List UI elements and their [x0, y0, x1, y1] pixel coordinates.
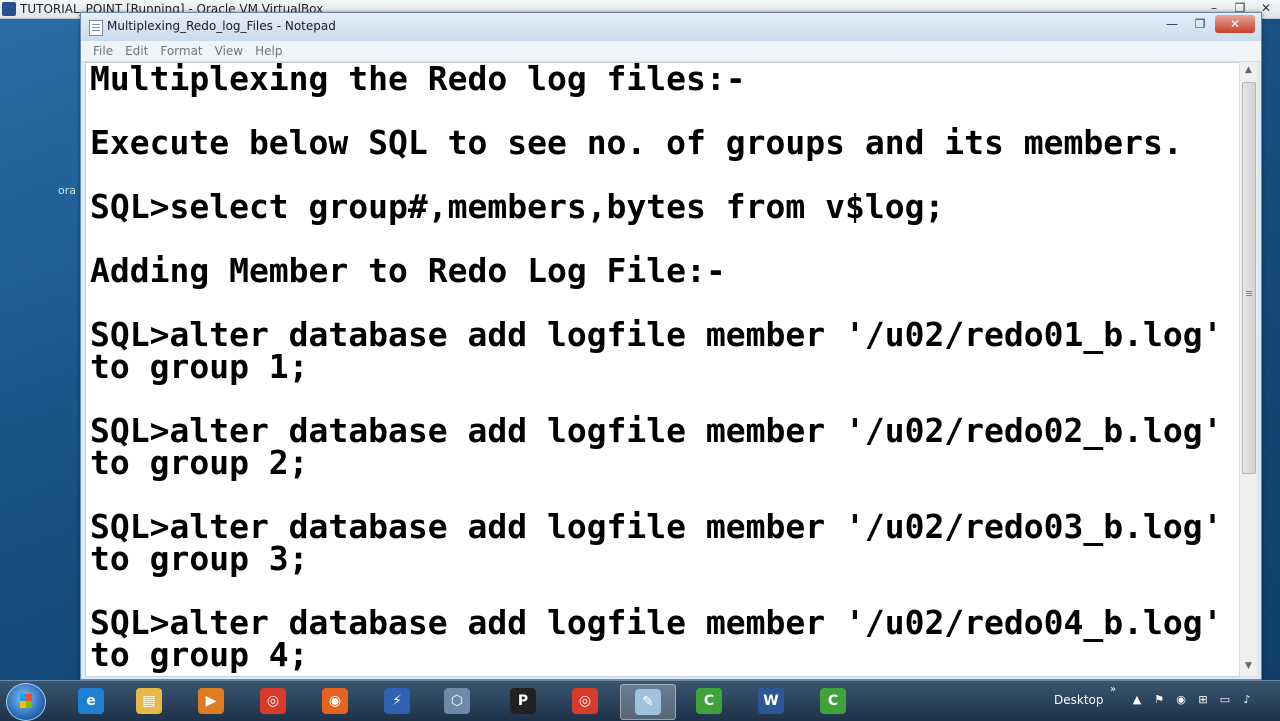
system-tray: Desktop » ▲ ⚑ ◉ ⊞ ▭ ♪ — [1040, 681, 1280, 721]
menu-file[interactable]: File — [87, 44, 119, 58]
desktop-partial-label: ora — [58, 184, 76, 197]
action-center-icon[interactable]: ⚑ — [1152, 693, 1166, 707]
camtasia-icon: C — [696, 688, 722, 714]
scroll-up-arrow-icon[interactable]: ▲ — [1240, 62, 1257, 79]
taskbar-item-chrome[interactable]: ◎ — [246, 684, 300, 718]
taskbar-item-network-tool[interactable]: ⚡ — [370, 684, 424, 718]
windows-logo-icon — [20, 694, 32, 708]
media-player-icon: ▶ — [198, 688, 224, 714]
virtualbox-icon: ⬡ — [444, 688, 470, 714]
volume-icon[interactable]: ♪ — [1240, 693, 1254, 707]
menu-bar: File Edit Format View Help — [81, 41, 1261, 62]
camtasia-icon-2: C — [820, 688, 846, 714]
window-title: Multiplexing_Redo_log_Files - Notepad — [107, 19, 336, 33]
show-hidden-icons-icon[interactable]: ▲ — [1130, 693, 1144, 707]
notepad-app-icon — [89, 20, 103, 36]
desktop-toolbar-label[interactable]: Desktop — [1054, 693, 1104, 707]
firefox-icon: ◉ — [322, 688, 348, 714]
taskbar-item-notepad[interactable]: ✎ — [620, 684, 676, 720]
document-text[interactable]: Multiplexing the Redo log files:- Execut… — [86, 63, 1239, 671]
taskbar-item-putty[interactable]: P — [496, 684, 550, 718]
taskbar-item-chrome-2[interactable]: ◎ — [558, 684, 612, 718]
virtualbox-app-icon — [2, 2, 16, 16]
scroll-down-arrow-icon[interactable]: ▼ — [1240, 658, 1257, 675]
internet-explorer-icon: e — [78, 688, 104, 714]
taskbar-item-virtualbox[interactable]: ⬡ — [430, 684, 484, 718]
maximize-button[interactable]: ❐ — [1187, 15, 1213, 33]
menu-view[interactable]: View — [209, 44, 249, 58]
network-icon[interactable]: ⊞ — [1196, 693, 1210, 707]
tray-icons: ▲ ⚑ ◉ ⊞ ▭ ♪ — [1130, 693, 1254, 707]
notepad-icon: ✎ — [635, 689, 661, 715]
putty-icon: P — [510, 688, 536, 714]
taskbar-item-file-explorer[interactable]: ▤ — [122, 684, 176, 718]
display-icon[interactable]: ▭ — [1218, 693, 1232, 707]
taskbar-item-media-player[interactable]: ▶ — [184, 684, 238, 718]
taskbar-item-internet-explorer[interactable]: e — [64, 684, 118, 718]
start-button[interactable] — [6, 683, 46, 721]
recording-icon[interactable]: ◉ — [1174, 693, 1188, 707]
taskbar-item-camtasia[interactable]: C — [682, 684, 736, 718]
network-tool-icon: ⚡ — [384, 688, 410, 714]
scroll-thumb[interactable] — [1242, 82, 1256, 474]
taskbar-item-camtasia-2[interactable]: C — [806, 684, 860, 718]
tray-chevron-icon[interactable]: » — [1110, 684, 1116, 695]
vertical-scrollbar[interactable]: ▲ ▼ — [1239, 62, 1257, 675]
scroll-grip-icon — [1246, 291, 1252, 292]
close-button[interactable]: ✕ — [1215, 15, 1255, 33]
taskbar-item-firefox[interactable]: ◉ — [308, 684, 362, 718]
chrome-icon: ◎ — [260, 688, 286, 714]
menu-help[interactable]: Help — [249, 44, 288, 58]
menu-edit[interactable]: Edit — [119, 44, 154, 58]
text-editor-area[interactable]: Multiplexing the Redo log files:- Execut… — [85, 62, 1240, 677]
word-icon: W — [758, 688, 784, 714]
minimize-button[interactable]: — — [1159, 15, 1185, 33]
taskbar: e ▤ ▶ ◎ ◉ ⚡ ⬡ P ◎ ✎ C W C Desktop » ▲ ⚑ ◉ ⊞ ▭ ♪ — [0, 680, 1280, 721]
file-explorer-icon: ▤ — [136, 688, 162, 714]
window-controls: — ❐ ✕ — [1159, 15, 1255, 33]
taskbar-item-word[interactable]: W — [744, 684, 798, 718]
notepad-titlebar[interactable]: Multiplexing_Redo_log_Files - Notepad — … — [81, 13, 1261, 41]
notepad-window: Multiplexing_Redo_log_Files - Notepad — … — [80, 12, 1262, 680]
chrome-icon-2: ◎ — [572, 688, 598, 714]
menu-format[interactable]: Format — [154, 44, 208, 58]
